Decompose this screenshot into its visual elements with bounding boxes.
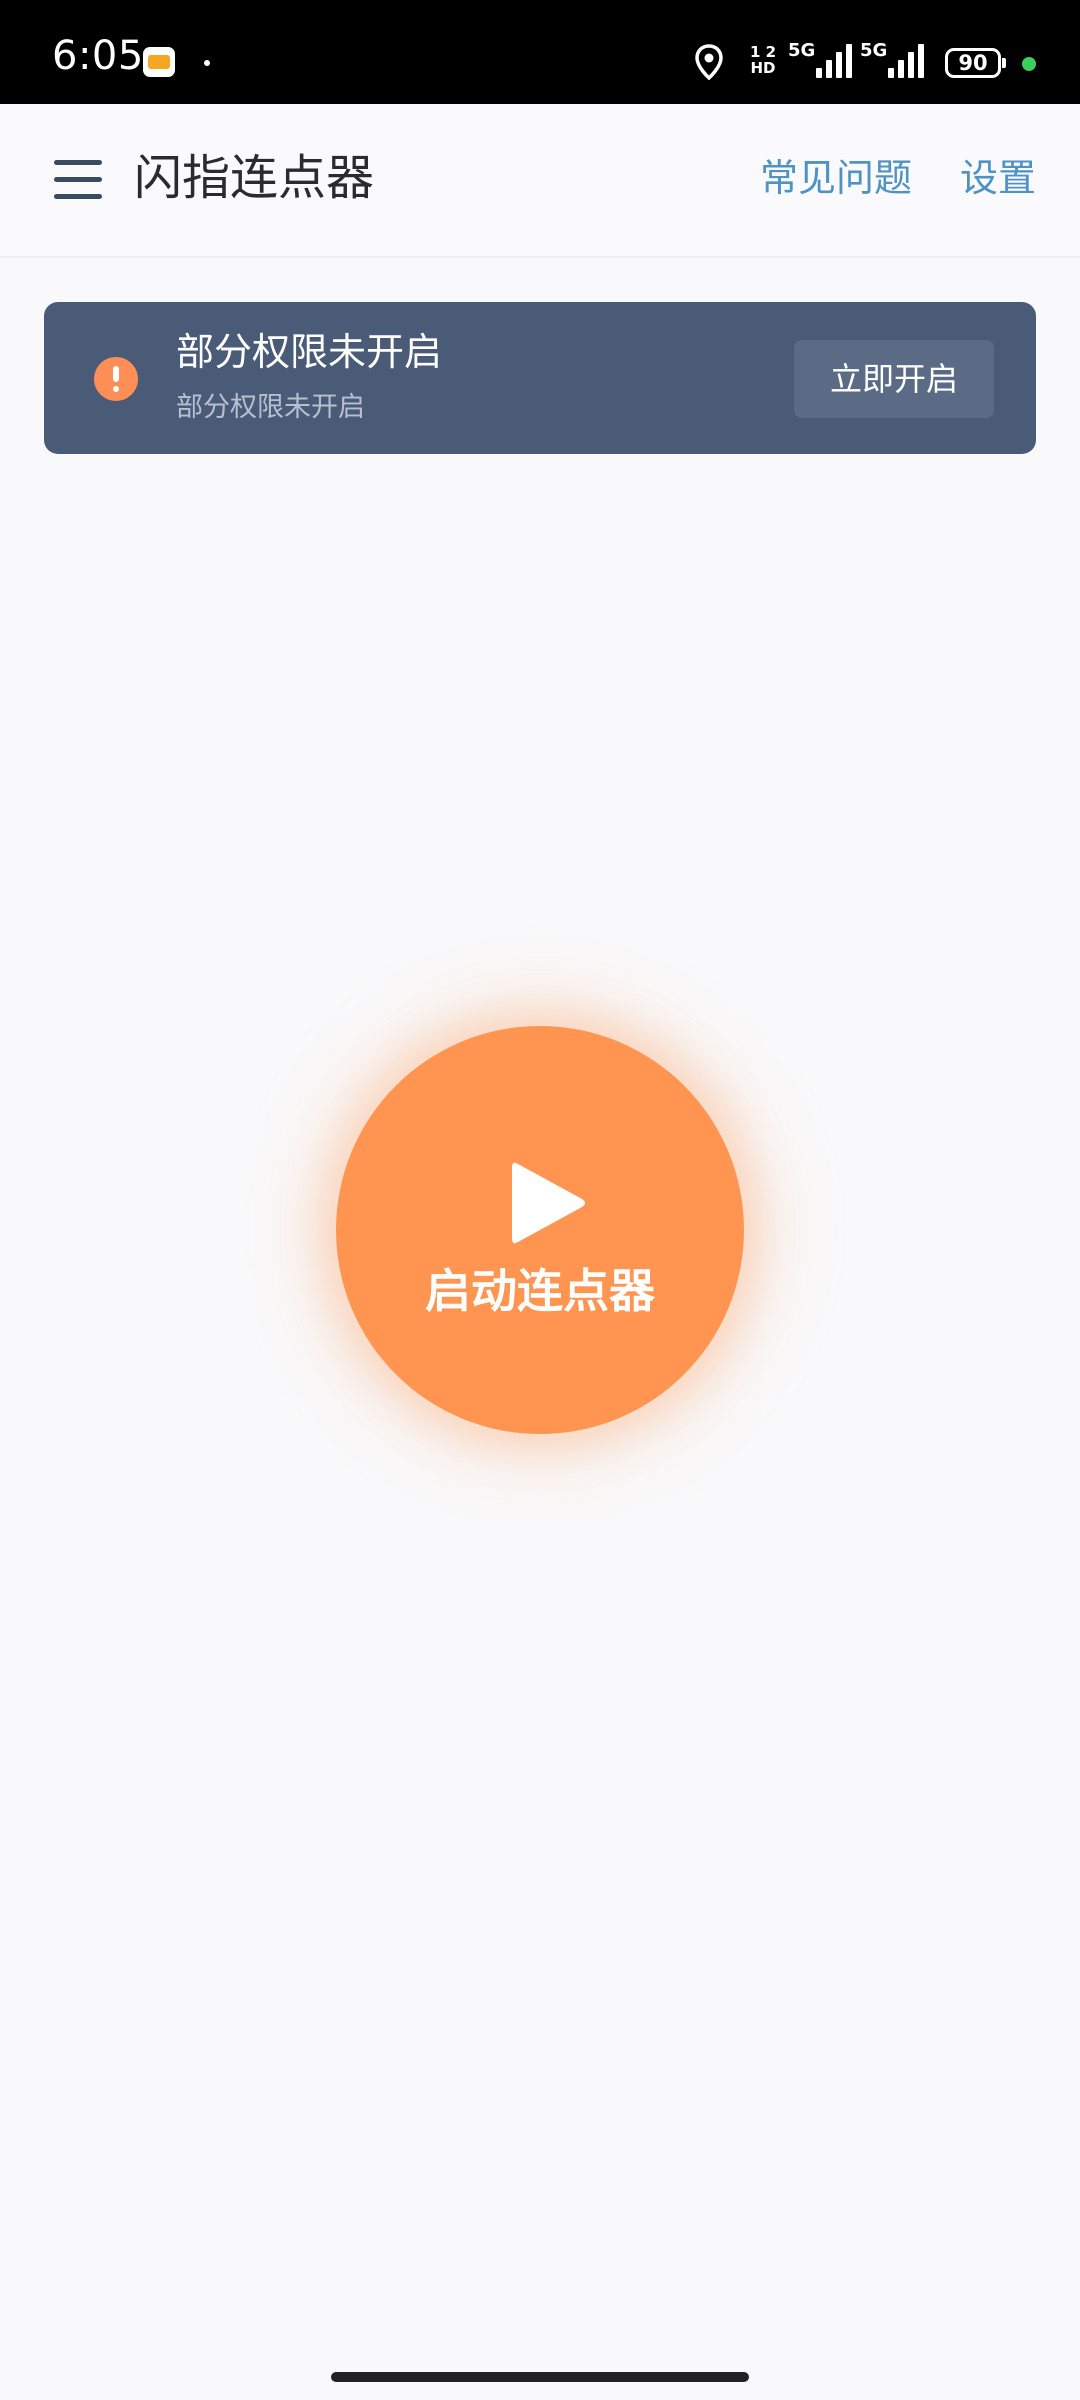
sim2-signal-icon [888,44,924,78]
banner-subtitle: 部分权限未开启 [176,392,365,423]
hd-bottom-text: HD [750,59,776,77]
app-title: 闪指连点器 [134,150,375,206]
faq-link[interactable]: 常见问题 [760,156,912,202]
battery-icon: 90 [945,48,1006,78]
hd-top-text: 1 2 [749,43,777,61]
start-clicker-button[interactable]: 启动连点器 [336,1026,744,1434]
more-notifications-dot-icon [204,60,210,66]
settings-link[interactable]: 设置 [960,156,1036,202]
sim2-network-label: 5G [860,40,888,61]
sim1-signal-icon [816,44,852,78]
start-clicker-label: 启动连点器 [425,1264,655,1318]
privacy-indicator-dot [1022,57,1036,71]
play-icon [512,1162,585,1244]
banner-title: 部分权限未开启 [176,330,443,374]
gesture-navigation-bar[interactable] [331,2372,749,2382]
permission-banner: 部分权限未开启 部分权限未开启 立即开启 [44,302,1036,454]
location-icon [695,44,723,80]
menu-icon[interactable] [54,158,102,202]
notification-app-icon [143,47,175,77]
status-bar: 6:05 1 2 HD 5G 5G 90 [0,0,1080,104]
sim1-network-label: 5G [788,40,816,61]
status-indicators: 1 2 HD 5G 5G 90 [660,0,1080,104]
warning-icon [94,357,138,401]
status-time: 6:05 [52,33,144,79]
app-bar: 闪指连点器 常见问题 设置 [0,104,1080,258]
hd-voice-icon: 1 2 HD [748,44,778,76]
enable-now-button[interactable]: 立即开启 [794,340,994,418]
